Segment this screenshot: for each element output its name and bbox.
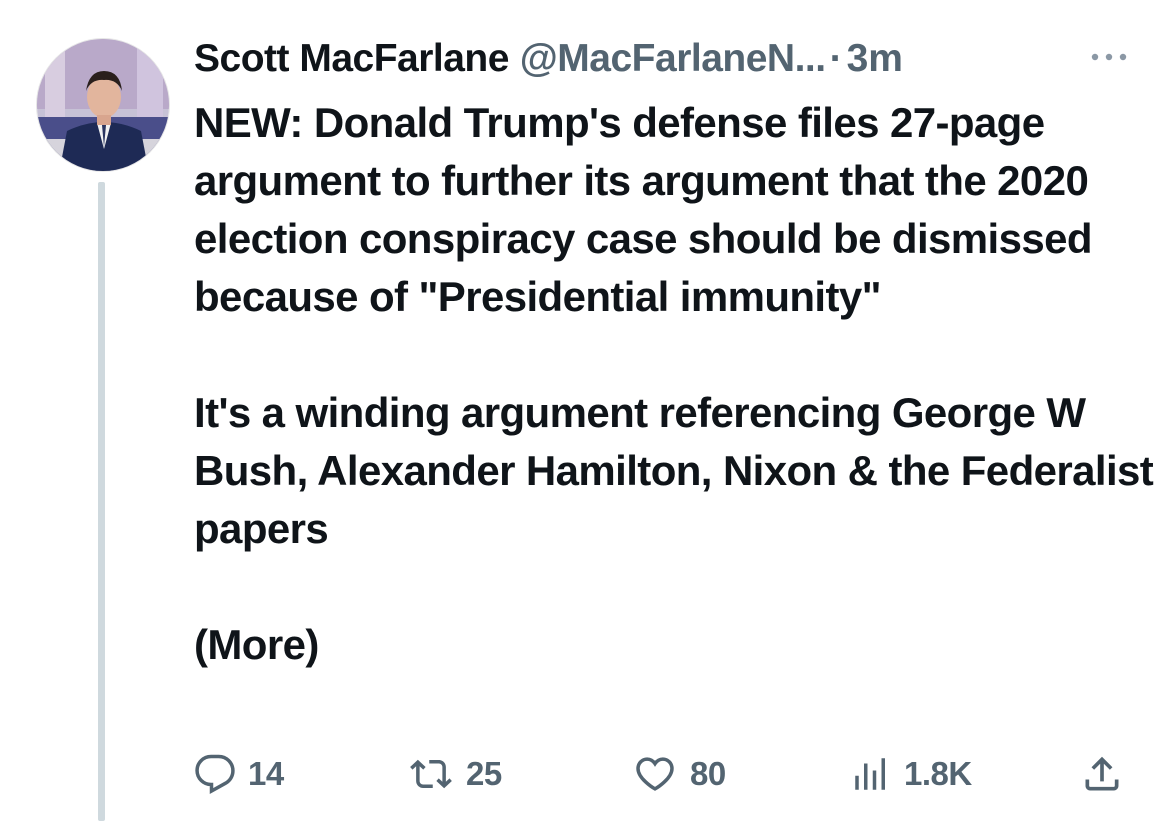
author-avatar[interactable] — [36, 38, 170, 172]
retweet-count: 25 — [466, 755, 502, 792]
retweet-icon — [410, 759, 452, 789]
thread-connector-line — [98, 182, 105, 821]
views-chart-icon — [855, 758, 885, 790]
tweet-text: NEW: Donald Trump's defense files 27-pag… — [194, 94, 1154, 674]
tweet-header: Scott MacFarlane @MacFarlaneN... · 3m — [194, 34, 1144, 84]
retweet-button[interactable]: 25 — [408, 748, 502, 800]
reply-button[interactable]: 14 — [194, 748, 284, 800]
views-count: 1.8K — [904, 755, 972, 792]
tweet-paragraph: It's a winding argument referencing Geor… — [194, 389, 1154, 552]
header-separator: · — [829, 37, 843, 80]
share-upload-icon — [1085, 756, 1119, 791]
like-count: 80 — [690, 755, 726, 792]
tweet-paragraph: NEW: Donald Trump's defense files 27-pag… — [194, 99, 1093, 320]
heart-icon — [636, 757, 674, 791]
views-button[interactable]: 1.8K — [850, 748, 972, 800]
reply-icon — [195, 754, 235, 794]
more-horizontal-icon[interactable] — [1086, 44, 1132, 70]
more-link[interactable]: (More) — [194, 616, 1154, 674]
author-handle[interactable]: @MacFarlaneN... — [520, 37, 826, 80]
tweet-timestamp[interactable]: 3m — [847, 37, 903, 80]
tweet-actions-bar: 14 25 80 1.8K — [194, 748, 1144, 800]
share-button[interactable] — [1080, 748, 1124, 800]
avatar-photo — [37, 39, 169, 171]
like-button[interactable]: 80 — [632, 748, 726, 800]
author-name[interactable]: Scott MacFarlane — [194, 37, 509, 80]
reply-count: 14 — [248, 755, 284, 792]
